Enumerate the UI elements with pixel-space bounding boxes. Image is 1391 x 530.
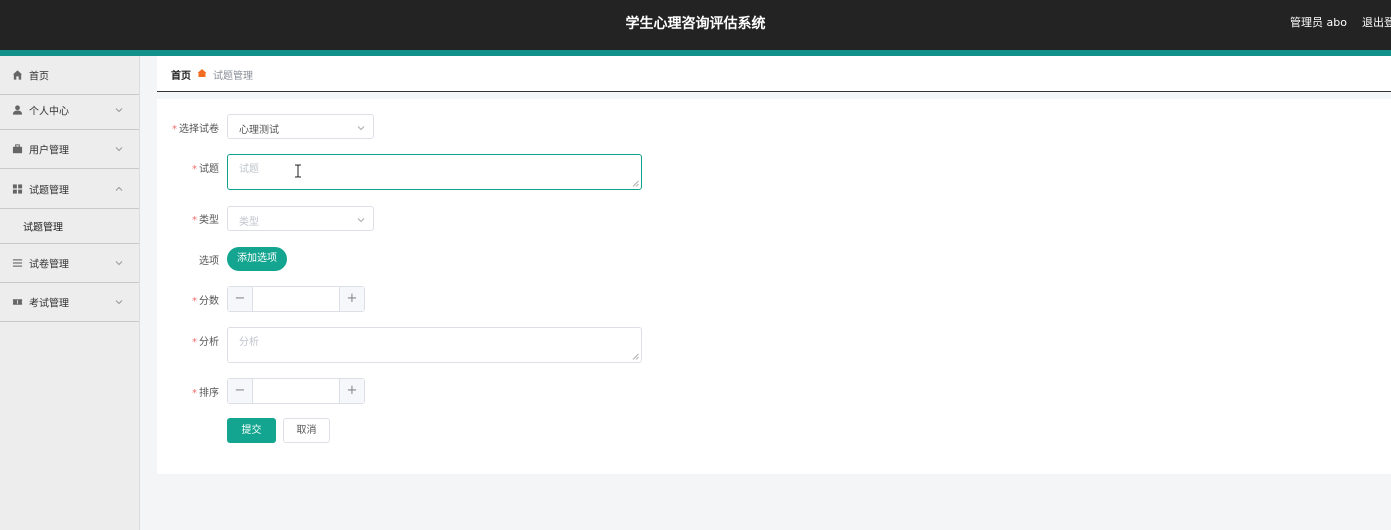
- user-icon: [12, 104, 23, 115]
- list-icon: [12, 259, 23, 267]
- score-increment-button[interactable]: +: [339, 287, 364, 311]
- score-label: * 分数: [192, 296, 219, 307]
- breadcrumb-current: 试题管理: [213, 71, 253, 82]
- sidebar-item-personal-center[interactable]: 个人中心: [0, 90, 139, 130]
- logout-link[interactable]: 退出登录: [1362, 0, 1391, 46]
- score-stepper[interactable]: − +: [227, 286, 365, 312]
- paper-select[interactable]: 心理测试: [227, 114, 374, 139]
- user-info: 管理员 abo: [1290, 16, 1347, 29]
- grid-icon: [12, 183, 23, 194]
- sidebar-item-user-management[interactable]: 用户管理: [0, 130, 139, 169]
- app-title: 学生心理咨询评估系统: [625, 16, 766, 32]
- resize-grip-icon[interactable]: [632, 353, 639, 360]
- question-textarea[interactable]: 试题: [227, 154, 642, 190]
- sidebar-item-label: 考试管理: [29, 298, 69, 310]
- score-decrement-button[interactable]: −: [228, 287, 253, 311]
- chevron-down-icon: [115, 300, 123, 305]
- sidebar-item-label: 个人中心: [29, 106, 69, 117]
- chevron-down-icon: [115, 147, 123, 152]
- sidebar-item-label: 试题管理: [29, 185, 69, 196]
- add-option-button[interactable]: 添加选项: [227, 247, 287, 271]
- cancel-button[interactable]: 取消: [283, 418, 330, 443]
- chevron-down-icon: [115, 261, 123, 266]
- home-marker-icon: [197, 69, 207, 77]
- sidebar-item-label: 用户管理: [29, 145, 69, 157]
- sidebar-item-paper-management[interactable]: 试卷管理: [0, 244, 139, 283]
- resize-grip-icon[interactable]: [632, 180, 639, 187]
- sidebar-subitem-question-management[interactable]: 试题管理: [0, 209, 139, 244]
- chevron-up-icon: [115, 186, 123, 191]
- submit-button[interactable]: 提交: [227, 418, 276, 443]
- chevron-down-icon: [115, 107, 123, 112]
- paper-select-value: 心理测试: [239, 125, 279, 136]
- ticket-icon: [12, 299, 23, 305]
- breadcrumb-home[interactable]: 首页: [171, 67, 191, 82]
- paper-label: * 选择试卷: [172, 124, 219, 135]
- analysis-textarea[interactable]: 分析: [227, 327, 642, 363]
- order-increment-button[interactable]: +: [339, 379, 364, 403]
- top-bar: 学生心理咨询评估系统 管理员 abo 退出登录: [0, 0, 1391, 50]
- sidebar: 首页 个人中心 用户管理 试题管理 试题管理 试卷管理 考试管理: [0, 56, 140, 530]
- order-stepper[interactable]: − +: [227, 378, 365, 404]
- analysis-label: * 分析: [192, 337, 219, 348]
- sidebar-item-question-management[interactable]: 试题管理: [0, 169, 139, 209]
- sidebar-item-exam-management[interactable]: 考试管理: [0, 283, 139, 322]
- type-select-placeholder: 类型: [239, 217, 259, 228]
- chevron-down-icon: [357, 126, 365, 131]
- chevron-down-icon: [357, 218, 365, 223]
- order-label: * 排序: [192, 388, 219, 399]
- type-label: * 类型: [192, 215, 219, 226]
- sidebar-item-label: 试卷管理: [29, 259, 69, 271]
- breadcrumb: 首页 试题管理: [157, 56, 1391, 92]
- order-decrement-button[interactable]: −: [228, 379, 253, 403]
- analysis-placeholder: 分析: [239, 337, 259, 348]
- briefcase-icon: [12, 144, 23, 154]
- home-icon: [12, 70, 23, 80]
- question-placeholder: 试题: [239, 164, 259, 175]
- text-cursor-icon: [295, 164, 301, 178]
- question-label: * 试题: [192, 164, 219, 175]
- sidebar-item-label: 首页: [29, 71, 49, 83]
- sidebar-subitem-label: 试题管理: [23, 222, 63, 234]
- options-label: 选项: [199, 256, 219, 267]
- type-select[interactable]: 类型: [227, 206, 374, 231]
